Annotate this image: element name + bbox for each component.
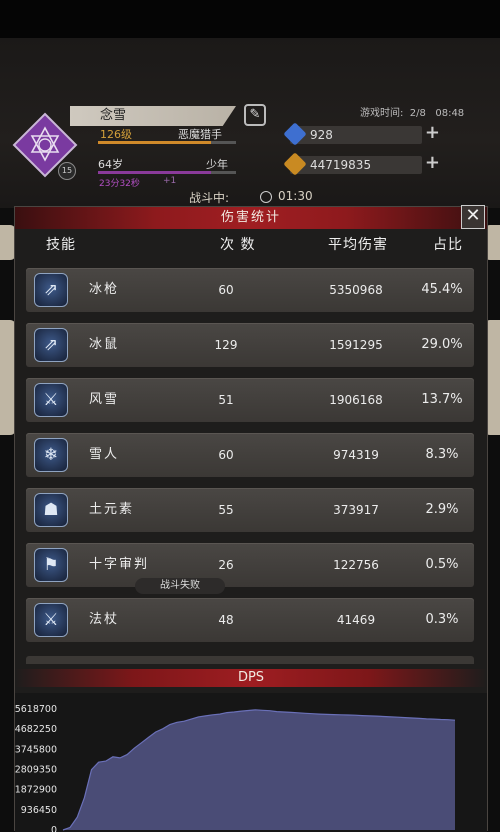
dps-header: DPS (15, 669, 487, 687)
rank-progress-bar (98, 141, 236, 144)
average-damage: 1906168 (329, 393, 383, 407)
damage-stats-panel: 伤害统计 ✕ 技能 次 数 平均伤害 占比 ⇗ 冰枪 60 5350968 45.4% ⇗… (14, 205, 488, 832)
snowflake-icon: ❄ (34, 438, 68, 472)
y-tick-label: 1872900 (15, 785, 57, 796)
average-damage: 1591295 (329, 338, 383, 352)
player-name: 念雪 (70, 106, 236, 126)
panel-header: 伤害统计 (15, 207, 487, 229)
top-bar (0, 0, 500, 38)
hit-count: 60 (218, 283, 234, 297)
damage-percent: 8.3% (425, 447, 459, 462)
age-timer: 23分32秒 (99, 179, 140, 189)
average-damage: 122756 (333, 558, 379, 572)
age-progress-fill (98, 171, 212, 174)
age-increment: +1 (163, 176, 177, 186)
add-gold-icon[interactable]: + (425, 154, 440, 172)
dps-chart: 0936450187290028093503745800468225056187… (15, 693, 487, 832)
banner-icon: ⚑ (34, 548, 68, 582)
add-gems-icon[interactable]: + (425, 124, 440, 142)
column-header-skill: 技能 (46, 237, 76, 253)
hit-count: 48 (218, 613, 234, 627)
y-tick-label: 2809350 (15, 765, 57, 776)
table-row: ☗ 土元素 55 373917 2.9% (26, 488, 474, 532)
age-value: 64岁 (98, 158, 123, 171)
average-damage: 5350968 (329, 283, 383, 297)
gem-count: 928 (310, 128, 333, 142)
average-damage: 41469 (336, 613, 376, 627)
skill-name: 冰鼠 (89, 337, 120, 352)
y-tick-label: 3745800 (15, 744, 57, 755)
edit-name-icon[interactable]: ✎ (244, 104, 266, 126)
gem-counter: 928 + (283, 122, 440, 146)
sword-icon: ⚔ (34, 383, 68, 417)
age-progress-bar (98, 171, 236, 174)
game-time: 游戏时间: 2/8 08:48 (360, 108, 465, 119)
gold-count: 44719835 (310, 158, 372, 172)
hit-count: 129 (214, 338, 238, 352)
damage-percent: 45.4% (421, 282, 463, 297)
table-row: ⚔ 法杖 48 41469 0.3% (26, 598, 474, 642)
y-tick-label: 5618700 (15, 704, 57, 715)
hit-count: 55 (218, 503, 234, 517)
sword-icon: ⚔ (34, 603, 68, 637)
spear-icon: ⇗ (34, 273, 68, 307)
earth-elemental-icon: ☗ (34, 493, 68, 527)
table-row: ⚑ 十字审判 26 122756 0.5% (26, 543, 474, 587)
close-button[interactable]: ✕ (461, 205, 485, 229)
rank-title: 恶魔猎手 (178, 128, 222, 141)
column-header-percent: 占比 (433, 237, 463, 253)
damage-percent: 13.7% (421, 392, 463, 407)
column-header-count: 次 数 (220, 237, 256, 253)
spear-icon: ⇗ (34, 328, 68, 362)
table-row: ⇗ 冰枪 60 5350968 45.4% (26, 268, 474, 312)
hit-count: 60 (218, 448, 234, 462)
table-row-partial (26, 656, 474, 664)
skill-name: 雪人 (89, 447, 120, 462)
table-row: ❄ 雪人 60 974319 8.3% (26, 433, 474, 477)
y-tick-label: 4682250 (15, 724, 57, 735)
skill-name: 冰枪 (89, 282, 120, 297)
damage-percent: 0.5% (425, 557, 459, 572)
skill-name: 风雪 (89, 392, 120, 407)
damage-percent: 2.9% (425, 502, 459, 517)
average-damage: 373917 (333, 503, 379, 517)
hit-count: 51 (218, 393, 234, 407)
skill-name: 土元素 (89, 502, 135, 517)
battle-timer: 01:30 (278, 189, 313, 203)
rank-level: 126级 (100, 128, 132, 141)
table-row: ⇗ 冰鼠 129 1591295 29.0% (26, 323, 474, 367)
level-badge: 15 (58, 162, 76, 180)
average-damage: 974319 (333, 448, 379, 462)
age-stage: 少年 (206, 158, 228, 171)
battle-failed-toast: 战斗失败 (135, 578, 225, 594)
dps-title: DPS (237, 670, 265, 685)
rank-progress-fill (98, 141, 212, 144)
gold-counter: 44719835 + (283, 152, 440, 176)
skill-name: 法杖 (89, 612, 120, 627)
column-header-avg-damage: 平均伤害 (328, 237, 388, 253)
damage-percent: 29.0% (421, 337, 463, 352)
damage-percent: 0.3% (425, 612, 459, 627)
table-row: ⚔ 风雪 51 1906168 13.7% (26, 378, 474, 422)
battle-status: 战斗中: (189, 191, 230, 205)
clock-icon (260, 191, 272, 203)
panel-title: 伤害统计 (220, 210, 281, 225)
y-tick-label: 936450 (21, 805, 57, 816)
